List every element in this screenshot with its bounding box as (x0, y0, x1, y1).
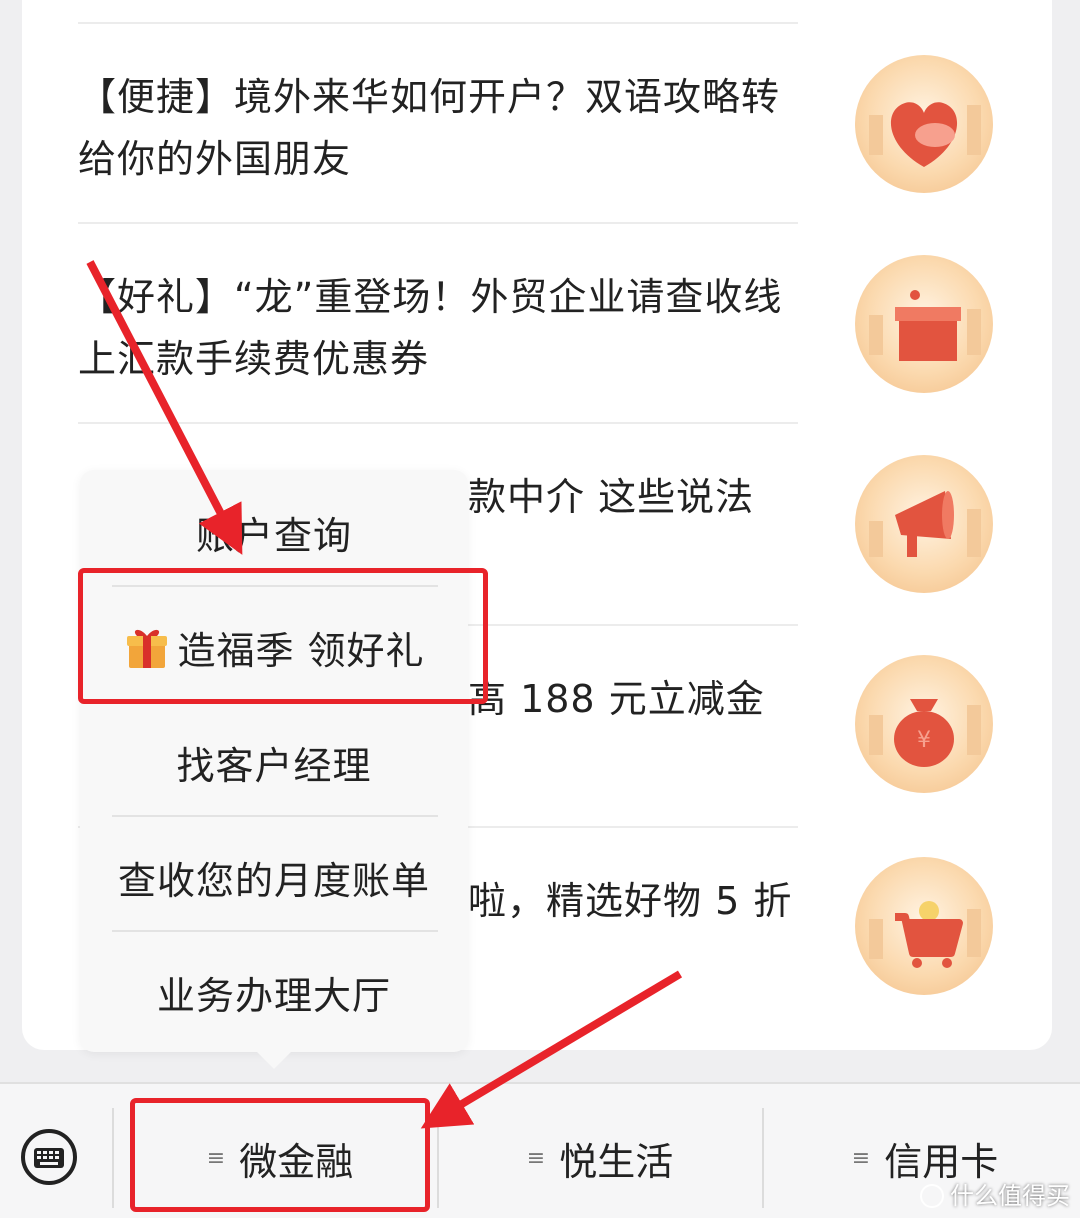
menu-item-find-manager[interactable]: 找客户经理 (80, 705, 468, 820)
menu-item-gift-season[interactable]: 造福季 领好礼 (80, 590, 468, 705)
menu-list-icon: ≡ (526, 1145, 546, 1171)
shopping-cart-icon[interactable] (855, 857, 993, 995)
article-item[interactable]: 【好礼】“龙”重登场！外贸企业请查收线上汇款手续费优惠券 (78, 222, 798, 424)
article-title: 【好礼】“龙”重登场！外贸企业请查收线上汇款手续费优惠券 (78, 275, 783, 381)
menu-item-label: 查收您的月度账单 (117, 859, 430, 903)
menu-divider (112, 585, 438, 587)
article-title: 【便捷】境外来华如何开户？双语攻略转给你的外国朋友 (78, 75, 781, 181)
article-title: 高 188 元立减金 (468, 677, 765, 721)
tab-label: 悦生活 (559, 1139, 674, 1184)
megaphone-icon[interactable] (855, 455, 993, 593)
article-title: 款中介 这些说法 (468, 475, 755, 519)
menu-item-label: 账户查询 (195, 514, 352, 558)
tab-label: 微金融 (239, 1139, 354, 1184)
tab-wei-finance[interactable]: ≡ 微金融 (135, 1120, 425, 1196)
tab-divider (112, 1108, 114, 1208)
keyboard-icon[interactable] (20, 1128, 78, 1186)
menu-list-icon: ≡ (851, 1145, 871, 1171)
article-title: 啦，精选好物 5 折 (468, 879, 793, 923)
svg-text:¥: ¥ (917, 728, 931, 753)
money-bag-icon[interactable]: ¥ (855, 655, 993, 793)
watermark-logo-icon (920, 1184, 944, 1208)
menu-item-service-hall[interactable]: 业务办理大厅 (80, 935, 468, 1050)
gift-box-icon[interactable] (855, 255, 993, 393)
menu-list-icon: ≡ (206, 1145, 226, 1171)
popup-menu: 账户查询 造福季 领好礼 找客户经理 查收您的月度账单 业务办理大厅 (80, 470, 468, 1052)
heart-icon[interactable] (855, 55, 993, 193)
tab-divider (762, 1108, 764, 1208)
tab-divider (437, 1108, 439, 1208)
tab-yue-life[interactable]: ≡ 悦生活 (460, 1120, 740, 1196)
menu-item-monthly-bill[interactable]: 查收您的月度账单 (80, 820, 468, 935)
watermark-text: 什么值得买 (950, 1182, 1070, 1210)
menu-item-account-query[interactable]: 账户查询 (80, 475, 468, 590)
menu-item-label: 业务办理大厅 (156, 974, 391, 1018)
menu-divider (112, 930, 438, 932)
menu-divider (112, 815, 438, 817)
gift-icon (127, 629, 168, 668)
menu-item-label: 造福季 领好礼 (177, 629, 425, 673)
menu-item-label: 找客户经理 (176, 744, 372, 788)
watermark: 什么值得买 (920, 1176, 1070, 1211)
article-item[interactable]: 【便捷】境外来华如何开户？双语攻略转给你的外国朋友 (78, 22, 798, 224)
